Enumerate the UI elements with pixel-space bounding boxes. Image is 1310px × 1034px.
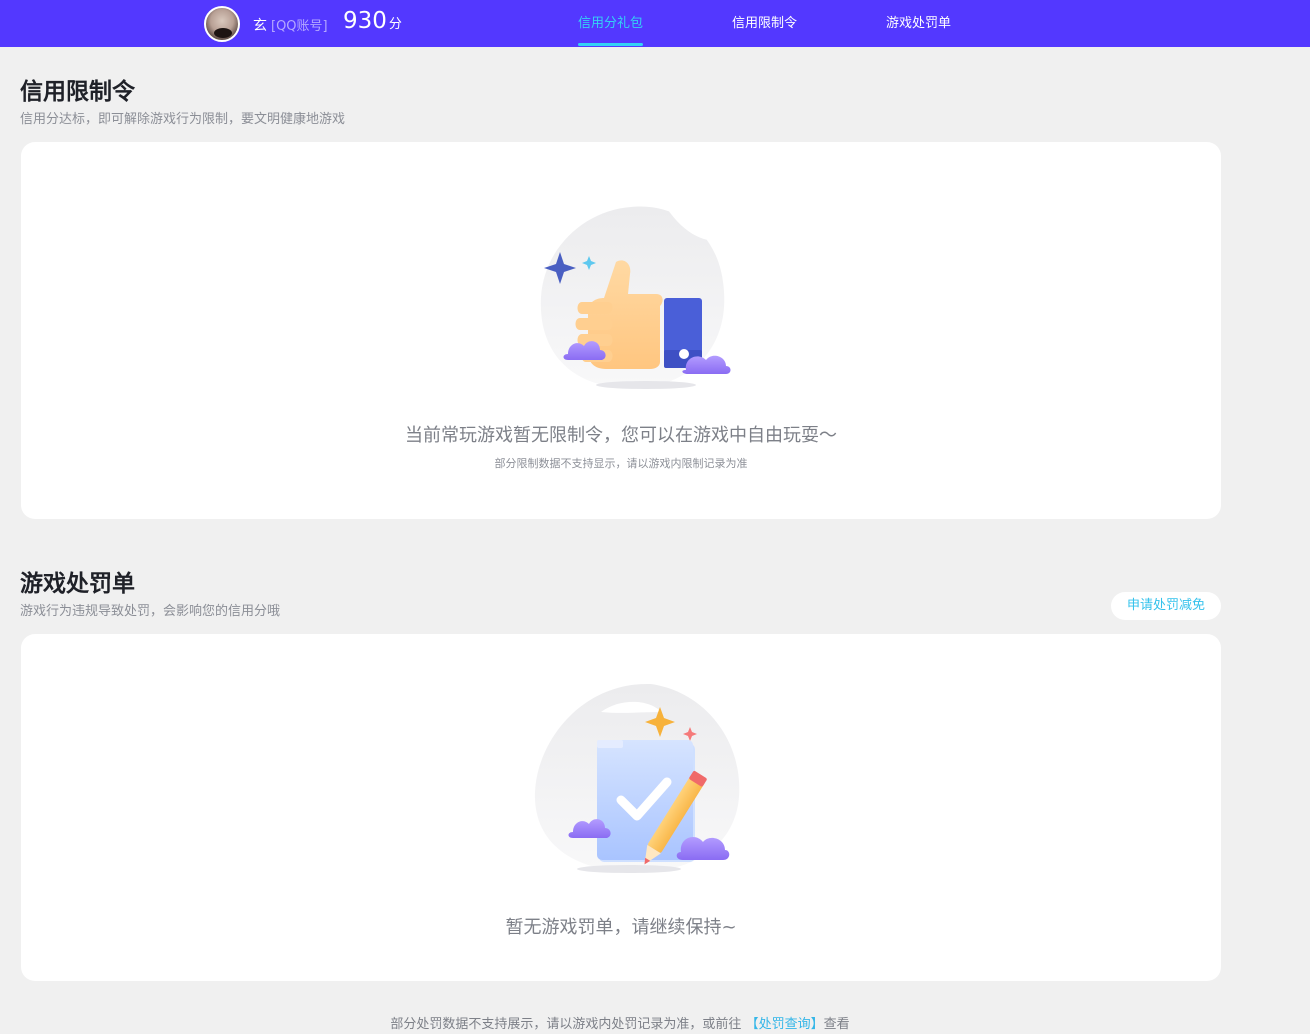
penalty-section-title: 游戏处罚单 bbox=[20, 571, 135, 597]
credit-score: 930 分 bbox=[343, 8, 402, 34]
top-nav-bar: 玄 [QQ账号] 930 分 信用分礼包 信用限制令 游戏处罚单 bbox=[0, 0, 1310, 47]
account-type: [QQ账号] bbox=[271, 19, 328, 34]
user-name: 玄 [QQ账号] bbox=[253, 15, 328, 35]
clipboard-check-icon bbox=[534, 683, 740, 873]
appeal-penalty-button[interactable]: 申请处罚减免 bbox=[1111, 592, 1221, 620]
user-name-text: 玄 bbox=[253, 18, 267, 34]
avatar[interactable] bbox=[204, 6, 240, 42]
footer-suffix: 查看 bbox=[823, 1017, 850, 1032]
restriction-section-desc: 信用分达标，即可解除游戏行为限制，要文明健康地游戏 bbox=[20, 112, 346, 127]
thumbs-up-icon bbox=[540, 206, 731, 389]
tab-credit-restriction[interactable]: 信用限制令 bbox=[732, 0, 797, 47]
credit-score-unit: 分 bbox=[388, 17, 402, 32]
penalty-query-link[interactable]: 【处罚查询】 bbox=[746, 1017, 824, 1032]
tab-game-penalty[interactable]: 游戏处罚单 bbox=[886, 0, 951, 47]
restriction-empty-text: 当前常玩游戏暂无限制令，您可以在游戏中自由玩耍～ bbox=[405, 425, 837, 446]
credit-score-value: 930 bbox=[343, 8, 387, 34]
restriction-section-title: 信用限制令 bbox=[20, 79, 135, 105]
penalty-empty-text: 暂无游戏罚单，请继续保持~ bbox=[505, 917, 737, 938]
tab-credit-gift[interactable]: 信用分礼包 bbox=[578, 0, 644, 47]
penalty-section-desc: 游戏行为违规导致处罚，会影响您的信用分哦 bbox=[20, 604, 281, 619]
penalty-card: 暂无游戏罚单，请继续保持~ bbox=[21, 634, 1221, 981]
footer-note: 部分处罚数据不支持展示，请以游戏内处罚记录为准，或前往 【处罚查询】查看 bbox=[0, 1013, 1240, 1032]
restriction-card: 当前常玩游戏暂无限制令，您可以在游戏中自由玩耍～ 部分限制数据不支持显示，请以游… bbox=[21, 142, 1221, 519]
footer-prefix: 部分处罚数据不支持展示，请以游戏内处罚记录为准，或前往 bbox=[390, 1017, 742, 1032]
restriction-empty-note: 部分限制数据不支持显示，请以游戏内限制记录为准 bbox=[494, 457, 748, 470]
